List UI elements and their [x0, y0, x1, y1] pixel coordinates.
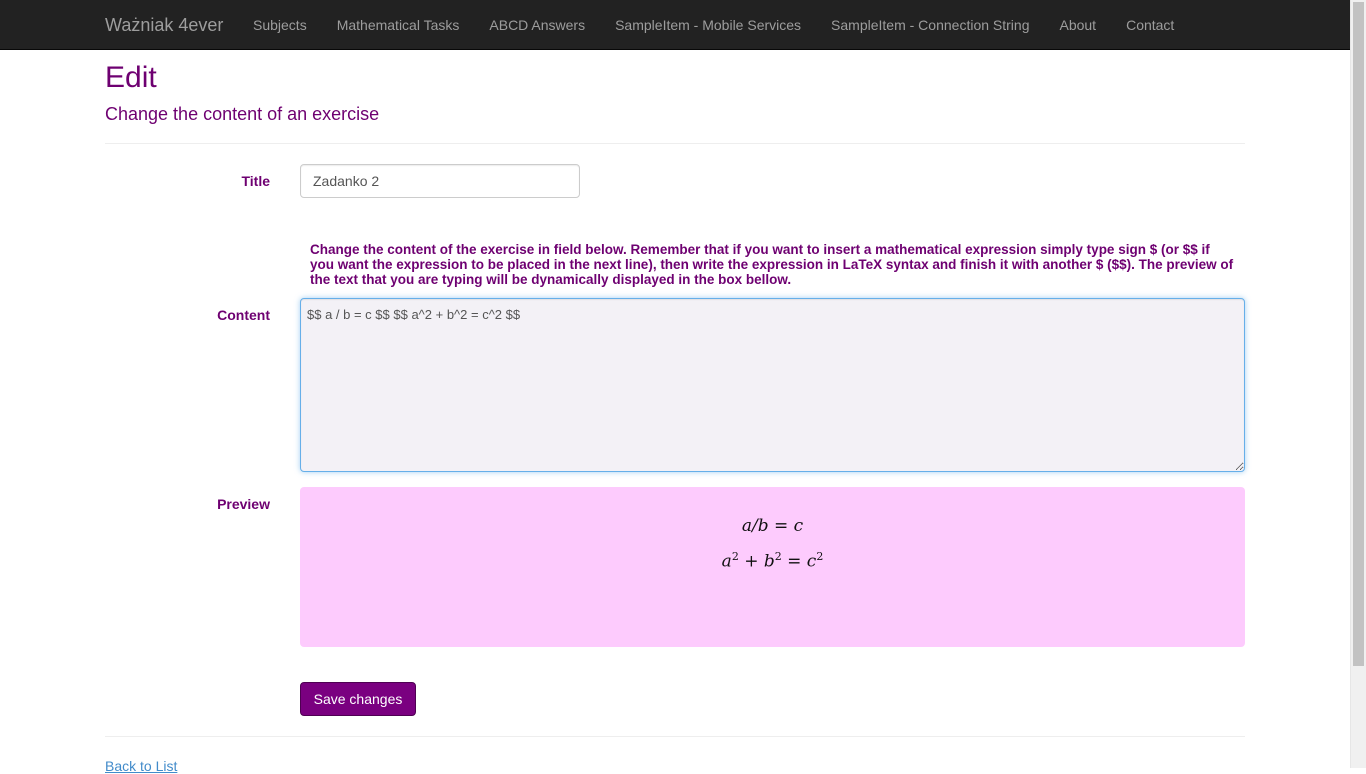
preview-equation-2: a2 + b2 = c2	[300, 550, 1245, 572]
title-input[interactable]	[300, 164, 580, 198]
page-subtitle: Change the content of an exercise	[105, 104, 380, 124]
nav-item-about[interactable]: About	[1044, 0, 1111, 50]
nav-item-mobile-services[interactable]: SampleItem - Mobile Services	[600, 0, 816, 50]
math-eq-c: = c	[781, 551, 817, 572]
nav-menu: Subjects Mathematical Tasks ABCD Answers…	[238, 0, 1189, 50]
content-textarea[interactable]: $$ a / b = c $$ $$ a^2 + b^2 = c^2 $$	[300, 298, 1245, 472]
math-a: a	[721, 551, 732, 572]
math-exp-2: 2	[774, 550, 782, 563]
nav-item-contact[interactable]: Contact	[1111, 0, 1189, 50]
scrollbar-thumb[interactable]	[1353, 2, 1364, 666]
nav-item-mathematical-tasks[interactable]: Mathematical Tasks	[322, 0, 475, 50]
nav-item-connection-string[interactable]: SampleItem - Connection String	[816, 0, 1044, 50]
content-help-text: Change the content of the exercise in fi…	[310, 242, 1234, 287]
content-label: Content	[217, 307, 270, 323]
math-exp-3: 2	[816, 550, 824, 563]
math-exp-1: 2	[731, 550, 739, 563]
preview-box: a/b = c a2 + b2 = c2	[300, 487, 1245, 647]
math-plus-b: + b	[738, 551, 775, 572]
preview-label: Preview	[217, 496, 270, 512]
preview-equation-1: a/b = c	[741, 516, 804, 536]
vertical-scrollbar[interactable]	[1350, 0, 1366, 768]
page-title: Edit	[105, 61, 157, 94]
save-changes-button[interactable]: Save changes	[300, 682, 416, 716]
header-divider	[105, 143, 1245, 144]
nav-item-abcd-answers[interactable]: ABCD Answers	[474, 0, 600, 50]
title-label: Title	[241, 173, 270, 189]
footer-divider	[105, 736, 1245, 737]
nav-item-subjects[interactable]: Subjects	[238, 0, 322, 50]
top-navbar: Ważniak 4ever Subjects Mathematical Task…	[0, 0, 1350, 50]
brand-link[interactable]: Ważniak 4ever	[105, 0, 223, 50]
back-to-list-link[interactable]: Back to List	[105, 758, 177, 774]
